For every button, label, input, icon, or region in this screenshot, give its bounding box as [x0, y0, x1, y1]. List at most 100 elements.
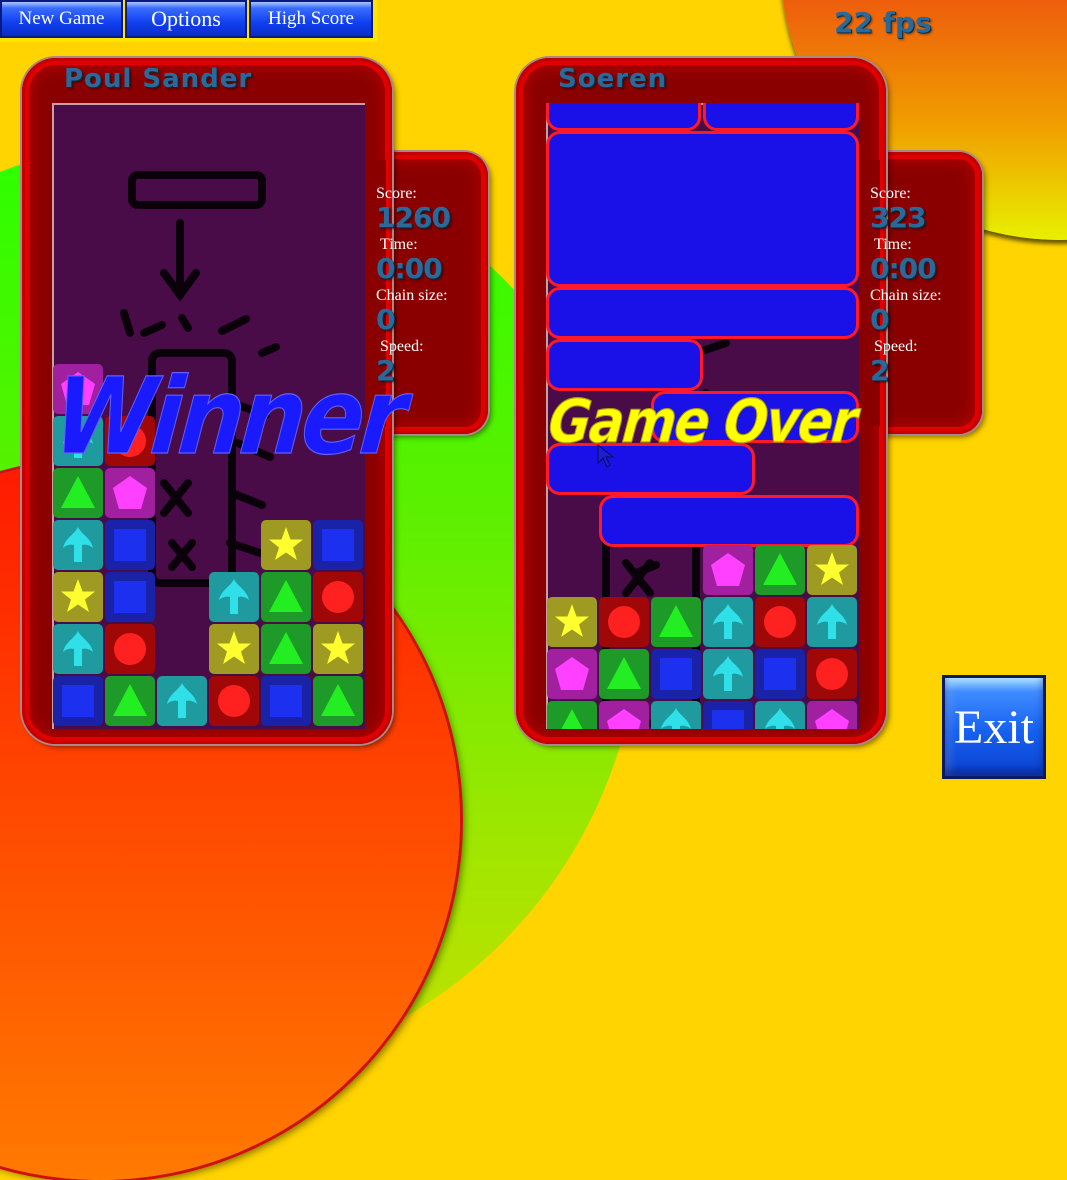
fps-counter: 22 fps: [834, 6, 932, 39]
triangle-icon: [269, 580, 303, 612]
speed-label: Speed:: [874, 338, 918, 355]
block-triangle[interactable]: [599, 649, 649, 699]
block-star[interactable]: [209, 624, 259, 674]
triangle-icon: [561, 709, 583, 729]
new-game-button[interactable]: New Game: [0, 0, 123, 38]
block-square[interactable]: [105, 572, 155, 622]
garbage-block: [546, 287, 859, 339]
arrow-icon: [167, 683, 197, 718]
speed-value: 2: [870, 354, 889, 387]
circle-icon: [764, 606, 796, 638]
square-icon: [62, 685, 94, 717]
block-square[interactable]: [53, 676, 103, 726]
block-star[interactable]: [547, 597, 597, 647]
triangle-icon: [321, 684, 355, 716]
block-square[interactable]: [105, 520, 155, 570]
block-arrow[interactable]: [53, 624, 103, 674]
block-circle[interactable]: [105, 624, 155, 674]
high-score-button[interactable]: High Score: [249, 0, 373, 38]
arrow-icon: [765, 708, 795, 729]
exit-button[interactable]: Exit: [942, 675, 1046, 779]
arrow-icon: [63, 631, 93, 666]
block-triangle[interactable]: [651, 597, 701, 647]
block-triangle[interactable]: [755, 545, 805, 595]
block-star[interactable]: [313, 624, 363, 674]
block-circle[interactable]: [313, 572, 363, 622]
arrow-icon: [219, 579, 249, 614]
star-icon: [815, 552, 849, 585]
garbage-block: [546, 339, 703, 391]
arrow-icon: [661, 708, 691, 729]
block-circle[interactable]: [599, 597, 649, 647]
square-icon: [114, 581, 146, 613]
block-pentagon[interactable]: [599, 701, 649, 729]
block-triangle[interactable]: [547, 701, 597, 729]
block-pentagon[interactable]: [547, 649, 597, 699]
triangle-icon: [659, 605, 693, 637]
pentagon-icon: [113, 476, 147, 509]
square-icon: [764, 658, 796, 690]
circle-icon: [218, 685, 250, 717]
block-circle[interactable]: [209, 676, 259, 726]
block-square[interactable]: [651, 649, 701, 699]
block-arrow[interactable]: [703, 649, 753, 699]
block-pentagon[interactable]: [807, 701, 857, 729]
block-arrow[interactable]: [807, 597, 857, 647]
square-icon: [322, 529, 354, 561]
garbage-block: [703, 103, 859, 131]
square-icon: [270, 685, 302, 717]
mouse-cursor-icon: [597, 443, 615, 468]
arrow-icon: [63, 527, 93, 562]
block-square[interactable]: [313, 520, 363, 570]
star-icon: [321, 631, 355, 664]
block-star[interactable]: [261, 520, 311, 570]
block-triangle[interactable]: [105, 676, 155, 726]
chain-size-label: Chain size:: [376, 287, 448, 304]
chain-size-label: Chain size:: [870, 287, 942, 304]
time-label: Time:: [380, 236, 418, 253]
score-label: Score:: [376, 185, 417, 202]
block-arrow[interactable]: [651, 701, 701, 729]
score-value: 1260: [376, 201, 451, 234]
triangle-icon: [763, 553, 797, 585]
block-arrow[interactable]: [53, 520, 103, 570]
block-pentagon[interactable]: [703, 545, 753, 595]
circle-icon: [608, 606, 640, 638]
triangle-icon: [61, 476, 95, 508]
block-square[interactable]: [703, 701, 753, 729]
time-value: 0:00: [870, 252, 937, 285]
square-icon: [660, 658, 692, 690]
player2-name: Soeren: [558, 64, 668, 94]
block-star[interactable]: [807, 545, 857, 595]
garbage-block: [546, 103, 701, 131]
star-icon: [269, 527, 303, 560]
block-arrow[interactable]: [755, 701, 805, 729]
pentagon-icon: [607, 709, 641, 729]
block-triangle[interactable]: [261, 572, 311, 622]
block-arrow[interactable]: [209, 572, 259, 622]
circle-icon: [816, 658, 848, 690]
block-triangle[interactable]: [313, 676, 363, 726]
star-icon: [61, 579, 95, 612]
chain-size-value: 0: [376, 303, 395, 336]
block-circle[interactable]: [807, 649, 857, 699]
score-value: 323: [870, 201, 926, 234]
time-value: 0:00: [376, 252, 443, 285]
circle-icon: [322, 581, 354, 613]
block-arrow[interactable]: [157, 676, 207, 726]
block-arrow[interactable]: [703, 597, 753, 647]
star-icon: [555, 604, 589, 637]
block-square[interactable]: [755, 649, 805, 699]
square-icon: [114, 529, 146, 561]
garbage-block: [546, 131, 859, 287]
block-star[interactable]: [53, 572, 103, 622]
score-label: Score:: [870, 185, 911, 202]
options-button[interactable]: Options: [125, 0, 247, 38]
block-circle[interactable]: [755, 597, 805, 647]
game-over-banner: Game Over: [545, 387, 859, 457]
triangle-icon: [113, 684, 147, 716]
block-square[interactable]: [261, 676, 311, 726]
chain-size-value: 0: [870, 303, 889, 336]
block-triangle[interactable]: [261, 624, 311, 674]
arrow-icon: [713, 656, 743, 691]
